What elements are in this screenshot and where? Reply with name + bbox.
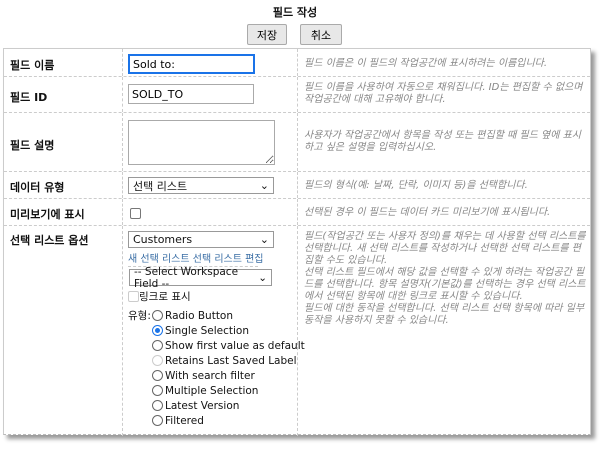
workspace-field-select[interactable]: -- Select Workspace Field -- ⌄	[129, 266, 272, 290]
edit-select-list-link[interactable]: 선택 리스트 편집	[193, 254, 264, 265]
radio-label: With search filter	[165, 369, 255, 382]
field-description-textarea[interactable]	[128, 120, 275, 165]
data-type-value: 선택 리스트	[133, 179, 188, 193]
field-name-input[interactable]	[128, 54, 255, 74]
chevron-down-icon: ⌄	[258, 271, 267, 284]
show-in-preview-label: 미리보기에 표시	[10, 208, 85, 221]
radio-label: Filtered	[165, 414, 204, 427]
radio-option[interactable]: Filtered	[152, 413, 305, 428]
field-name-label: 필드 이름	[10, 59, 55, 72]
row-field-name: 필드 이름 필드 이름은 이 필드의 작업공간에 표시하려는 이름입니다.	[4, 49, 590, 77]
show-in-preview-help: 선택된 경우 이 필드는 데이터 카드 미리보기에 표시됩니다.	[304, 207, 551, 218]
radio-icon[interactable]	[152, 370, 163, 381]
row-list-options: 선택 리스트 옵션 Customers ⌄ 새 선택 리스트 선택 리스트 편집 …	[4, 226, 590, 436]
select-list-value: Customers	[133, 233, 193, 246]
field-name-help: 필드 이름은 이 필드의 작업공간에 표시하려는 이름입니다.	[304, 58, 548, 69]
dialog-title: 필드 작성	[272, 6, 318, 19]
radio-icon[interactable]	[152, 325, 163, 336]
save-button[interactable]: 저장	[247, 24, 287, 45]
field-description-label: 필드 설명	[10, 139, 55, 152]
show-as-link-checkbox[interactable]	[128, 291, 139, 302]
radio-label: Multiple Selection	[165, 384, 259, 397]
data-type-label: 데이터 유형	[10, 181, 65, 194]
cancel-button[interactable]: 취소	[300, 24, 342, 45]
radio-icon[interactable]	[152, 340, 163, 351]
radio-option[interactable]: Show first value as default	[152, 338, 305, 353]
radio-option[interactable]: With search filter	[152, 368, 305, 383]
radio-option[interactable]: Single Selection	[152, 323, 305, 338]
radio-icon[interactable]	[152, 415, 163, 426]
field-id-help: 필드 이름을 사용하여 자동으로 채워집니다. ID는 편집할 수 없으며 작업…	[304, 82, 583, 105]
field-id-label: 필드 ID	[10, 91, 48, 104]
list-options-label: 선택 리스트 옵션	[10, 234, 89, 247]
radio-label: Retains Last Saved Label	[165, 354, 297, 367]
field-form: 필드 이름 필드 이름은 이 필드의 작업공간에 표시하려는 이름입니다. 필드…	[3, 48, 591, 436]
help-workspace-field: 선택 리스트 필드에서 해당 값을 선택할 수 있게 하려는 작업공간 필드를 …	[304, 267, 586, 302]
radio-label: Radio Button	[165, 309, 234, 322]
list-options-help: 필드(작업공간 또는 사용자 정의)를 채우는 데 사용할 선택 리스트를 선택…	[304, 231, 586, 327]
data-type-help: 필드의 형식(예: 날짜, 단락, 이미지 등)을 선택합니다.	[304, 180, 528, 191]
workspace-field-value: -- Select Workspace Field --	[134, 265, 239, 290]
field-id-input[interactable]	[128, 84, 254, 104]
show-as-link-label: 링크로 표시	[139, 291, 191, 303]
help-select-list: 필드(작업공간 또는 사용자 정의)를 채우는 데 사용할 선택 리스트를 선택…	[304, 231, 586, 266]
radio-icon[interactable]	[152, 385, 163, 396]
row-data-type: 데이터 유형 선택 리스트 ⌄ 필드의 형식(예: 날짜, 단락, 이미지 등)을…	[4, 172, 590, 199]
radio-option: Retains Last Saved Label	[152, 353, 305, 368]
row-field-id: 필드 ID 필드 이름을 사용하여 자동으로 채워집니다. ID는 편집할 수 …	[4, 77, 590, 113]
radio-icon[interactable]	[152, 400, 163, 411]
radio-option[interactable]: Latest Version	[152, 398, 305, 413]
data-type-select[interactable]: 선택 리스트 ⌄	[128, 177, 274, 194]
radio-icon[interactable]	[152, 310, 163, 321]
row-field-description: 필드 설명 사용자가 작업공간에서 항목을 작성 또는 편집할 때 필드 옆에 …	[4, 113, 590, 172]
radio-icon[interactable]	[152, 355, 163, 366]
chevron-down-icon: ⌄	[259, 233, 269, 246]
show-in-preview-checkbox[interactable]	[130, 208, 141, 219]
radio-option[interactable]: Multiple Selection	[152, 383, 305, 398]
help-behavior: 필드에 대한 동작을 선택합니다. 선택 리스트 선택 항목에 따라 일부 동작…	[304, 303, 585, 326]
radio-label: Latest Version	[165, 399, 240, 412]
behavior-radio-group: Radio Button Single Selection Show first v…	[152, 308, 305, 428]
field-description-help: 사용자가 작업공간에서 항목을 작성 또는 편집할 때 필드 옆에 표시하고 싶…	[304, 130, 582, 153]
select-list-select[interactable]: Customers ⌄	[128, 231, 274, 248]
type-label: 유형:	[128, 310, 151, 322]
radio-label: Show first value as default	[165, 339, 305, 352]
chevron-down-icon: ⌄	[259, 179, 269, 192]
radio-option[interactable]: Radio Button	[152, 308, 305, 323]
row-show-in-preview: 미리보기에 표시 선택된 경우 이 필드는 데이터 카드 미리보기에 표시됩니다…	[4, 199, 590, 226]
new-select-list-link[interactable]: 새 선택 리스트	[128, 254, 190, 265]
radio-label: Single Selection	[165, 324, 250, 337]
